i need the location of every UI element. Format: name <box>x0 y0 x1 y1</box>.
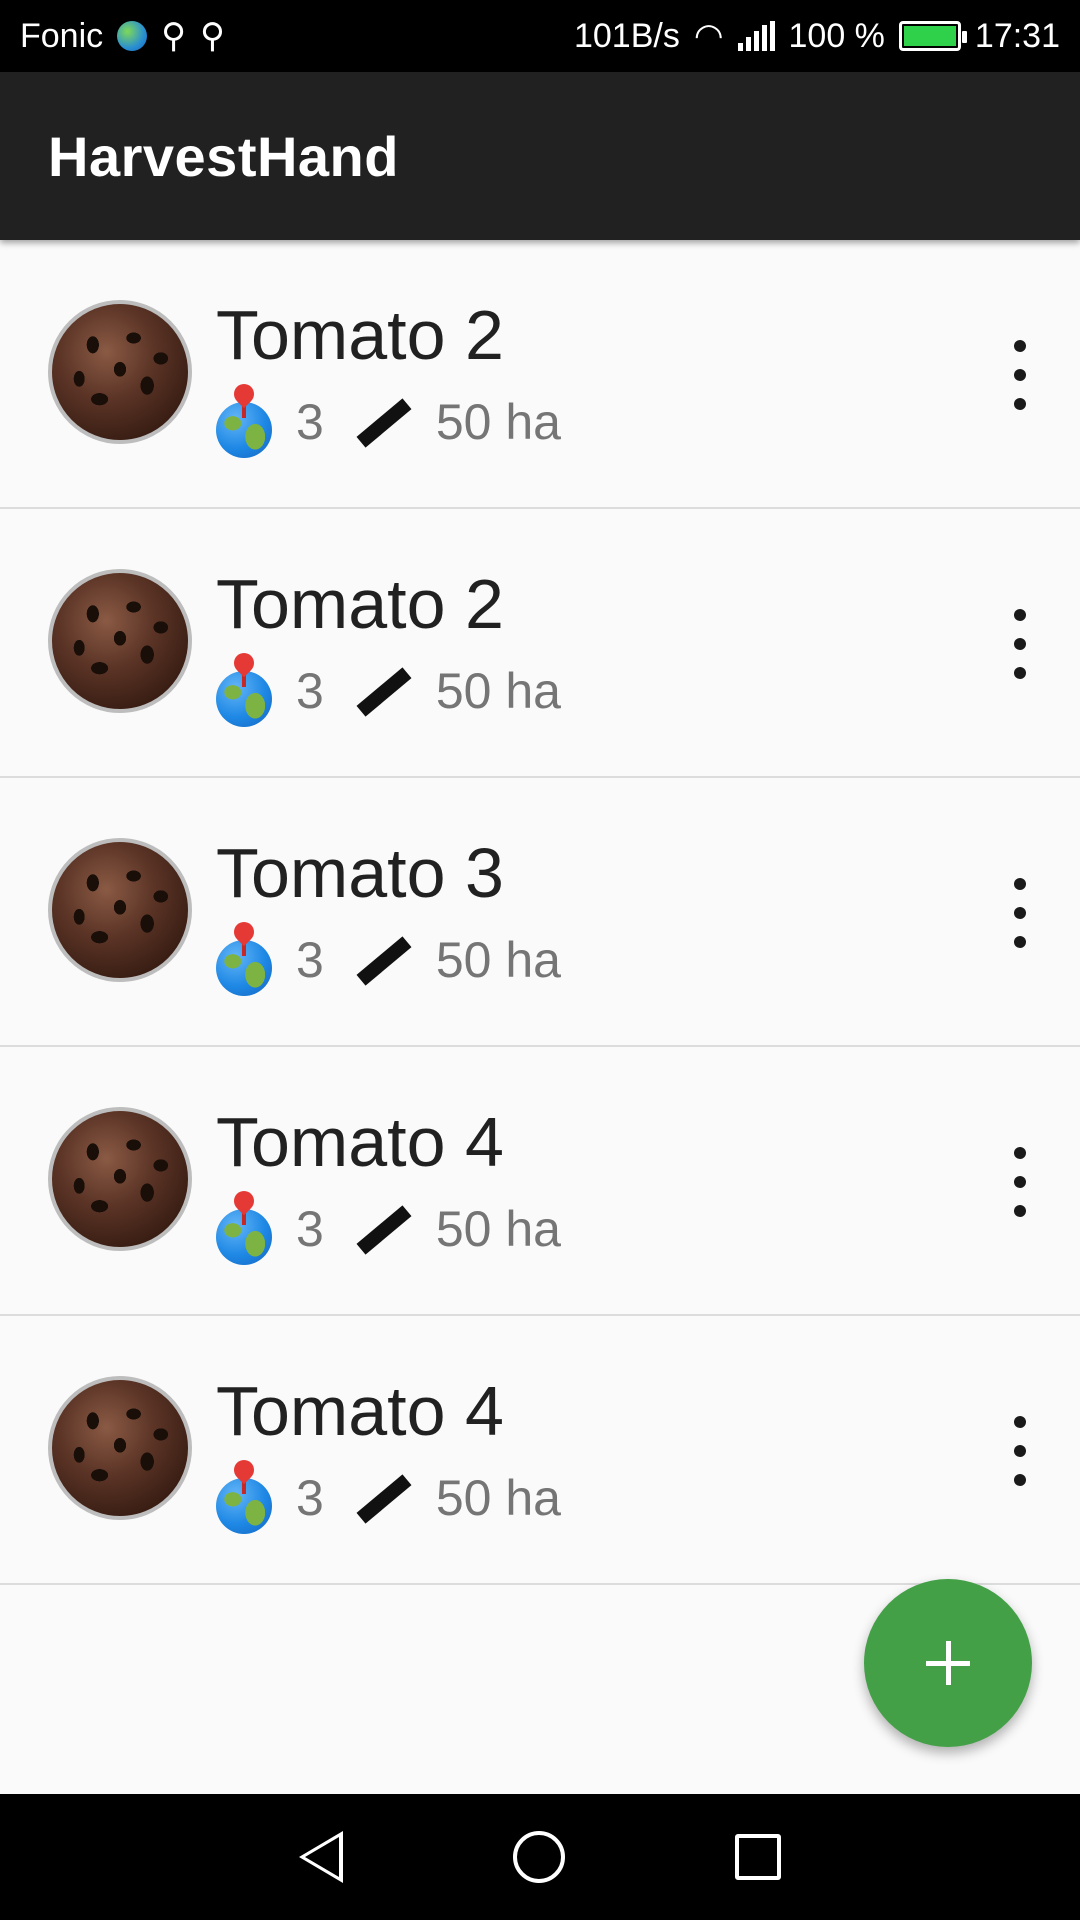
ruler-icon <box>352 1470 412 1526</box>
location-count: 3 <box>296 394 324 450</box>
location-count: 3 <box>296 663 324 719</box>
carrier-label: Fonic <box>20 16 104 55</box>
field-name: Tomato 2 <box>216 296 504 374</box>
list-item[interactable]: Tomato 2 3 50 ha <box>0 509 1080 778</box>
crop-avatar <box>48 1376 192 1520</box>
crop-avatar <box>48 300 192 444</box>
list-item[interactable]: Tomato 2 3 50 ha <box>0 240 1080 509</box>
field-meta: 3 50 ha <box>216 648 561 727</box>
more-options-icon[interactable] <box>1008 878 1032 948</box>
home-icon[interactable] <box>513 1831 565 1883</box>
add-field-button[interactable] <box>864 1579 1032 1747</box>
ruler-icon <box>352 1201 412 1257</box>
navigation-bar <box>0 1794 1080 1920</box>
field-name: Tomato 3 <box>216 834 504 912</box>
ruler-icon <box>352 932 412 988</box>
location-count: 3 <box>296 932 324 988</box>
usb-icon: ⚲ <box>200 17 225 55</box>
more-options-icon[interactable] <box>1008 1147 1032 1217</box>
more-options-icon[interactable] <box>1008 1416 1032 1486</box>
globe-icon <box>117 21 148 51</box>
field-list: Tomato 2 3 50 ha Tomato 2 3 50 ha Tomato… <box>0 240 1080 1585</box>
earth-location-icon <box>216 648 272 727</box>
field-area: 50 ha <box>435 932 561 988</box>
back-icon[interactable] <box>299 1831 343 1883</box>
earth-location-icon <box>216 917 272 996</box>
ruler-icon <box>352 663 412 719</box>
earth-location-icon <box>216 1186 272 1265</box>
signal-icon <box>737 21 775 51</box>
field-area: 50 ha <box>435 1201 561 1257</box>
status-left: Fonic ⚲ ⚲ <box>20 17 225 56</box>
field-meta: 3 50 ha <box>216 379 561 458</box>
more-options-icon[interactable] <box>1008 340 1032 410</box>
field-meta: 3 50 ha <box>216 1455 561 1534</box>
more-options-icon[interactable] <box>1008 609 1032 679</box>
status-right: 101B/s ◠ 100 % 17:31 <box>574 16 1060 56</box>
net-speed: 101B/s <box>573 16 680 55</box>
app-bar: HarvestHand <box>0 72 1080 240</box>
list-item[interactable]: Tomato 4 3 50 ha <box>0 1316 1080 1585</box>
crop-avatar <box>48 569 192 713</box>
field-area: 50 ha <box>435 394 561 450</box>
field-meta: 3 50 ha <box>216 1186 561 1265</box>
list-item[interactable]: Tomato 3 3 50 ha <box>0 778 1080 1047</box>
wifi-icon: ◠ <box>693 17 724 55</box>
status-bar: Fonic ⚲ ⚲ 101B/s ◠ 100 % 17:31 <box>0 0 1080 72</box>
crop-avatar <box>48 838 192 982</box>
recents-icon[interactable] <box>735 1834 781 1880</box>
battery-icon <box>898 21 967 51</box>
field-name: Tomato 2 <box>216 565 504 643</box>
field-area: 50 ha <box>435 663 561 719</box>
ruler-icon <box>352 394 412 450</box>
usb-icon: ⚲ <box>161 17 187 55</box>
earth-location-icon <box>216 379 272 458</box>
list-item[interactable]: Tomato 4 3 50 ha <box>0 1047 1080 1316</box>
earth-location-icon <box>216 1455 272 1534</box>
plus-icon <box>926 1641 970 1685</box>
crop-avatar <box>48 1107 192 1251</box>
field-name: Tomato 4 <box>216 1372 504 1450</box>
location-count: 3 <box>296 1201 324 1257</box>
battery-percent: 100 % <box>788 16 885 55</box>
location-count: 3 <box>296 1470 324 1526</box>
field-area: 50 ha <box>435 1470 561 1526</box>
field-name: Tomato 4 <box>216 1103 504 1181</box>
clock: 17:31 <box>974 16 1060 55</box>
field-meta: 3 50 ha <box>216 917 561 996</box>
app-title: HarvestHand <box>48 124 399 188</box>
